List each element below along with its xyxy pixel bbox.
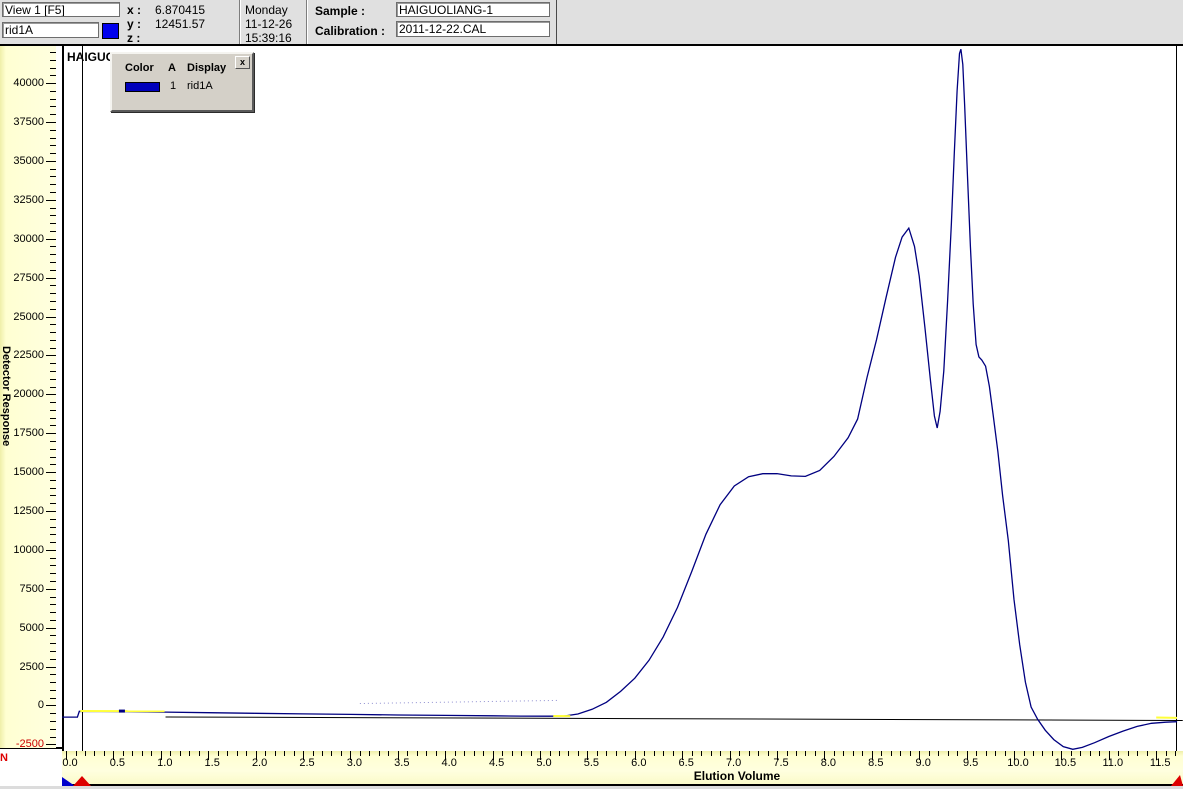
- toolbar-divider: [306, 0, 307, 44]
- app-window: { "toolbar": { "view_selector": { "value…: [0, 0, 1183, 789]
- legend-col-display: Display: [187, 62, 227, 74]
- cursor-x-value: 6.870415: [155, 3, 206, 17]
- legend-col-color: Color: [125, 62, 154, 74]
- view-selector-input[interactable]: [2, 2, 120, 17]
- red-ruler-marker-left[interactable]: [73, 776, 91, 786]
- legend-window[interactable]: x Color A Display 1 rid1A: [110, 52, 254, 112]
- integration-baseline: [165, 716, 1183, 721]
- calibration-label: Calibration :: [315, 24, 386, 38]
- chromatogram-plot: [62, 48, 1183, 786]
- legend-trace-name: rid1A: [187, 80, 213, 92]
- legend-trace-swatch: [125, 82, 160, 92]
- top-toolbar: x : 6.870415 y : 12451.57 z : Monday 11-…: [0, 0, 1183, 46]
- datetime-day: Monday: [245, 3, 288, 17]
- trace-color-swatch: [102, 23, 119, 39]
- blue-ruler-marker[interactable]: [62, 777, 75, 786]
- sample-input[interactable]: [396, 2, 550, 17]
- cursor-x-label: x :: [127, 3, 142, 17]
- dotted-baseline-segment: [359, 699, 558, 705]
- toolbar-divider: [239, 0, 240, 44]
- datetime-date: 11-12-26: [245, 17, 293, 31]
- close-icon[interactable]: x: [235, 56, 250, 69]
- toolbar-divider: [556, 0, 557, 44]
- red-ruler-marker-right[interactable]: [1171, 775, 1183, 786]
- cursor-y-value: 12451.57: [155, 17, 206, 31]
- trace-rid1A: [62, 48, 1178, 750]
- trace-name-input[interactable]: [2, 22, 99, 38]
- calibration-input[interactable]: [396, 21, 550, 37]
- baseline-marker-dot: [118, 709, 125, 713]
- cursor-y-label: y :: [127, 17, 142, 31]
- sample-label: Sample :: [315, 4, 366, 18]
- cursor-z-label: z :: [127, 31, 141, 45]
- legend-trace-number: 1: [170, 80, 177, 92]
- legend-col-a: A: [168, 62, 176, 74]
- datetime-time: 15:39:16: [245, 31, 292, 45]
